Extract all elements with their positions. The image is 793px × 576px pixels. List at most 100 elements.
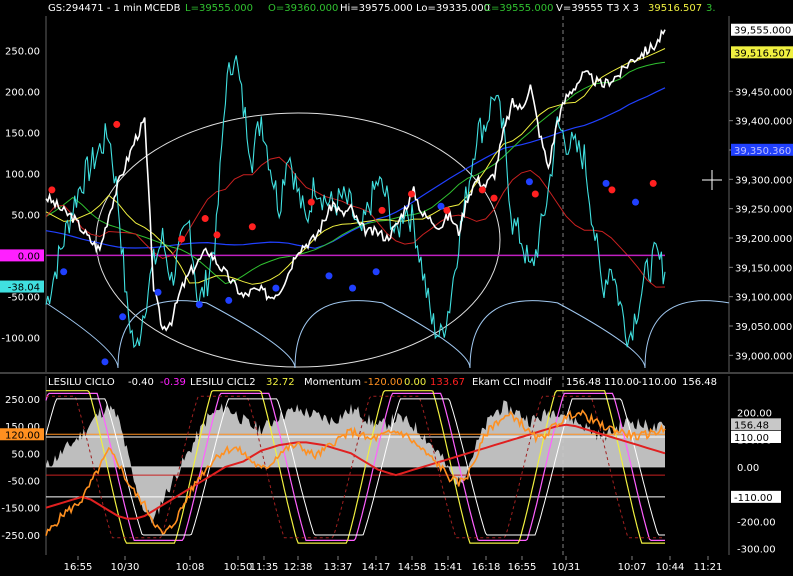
blue-signal-dot — [632, 198, 640, 206]
ind-tag-a-label: 156.48 — [734, 420, 769, 431]
ind-left-tick-label: 50.00 — [11, 449, 40, 460]
ind-tag-b: 110.00 — [731, 430, 781, 444]
red-signal-dot — [408, 190, 416, 198]
right-tick-label: 39,450.000 — [735, 87, 792, 98]
x-tick-label: 15:41 — [434, 562, 463, 573]
left-tick-label: 250.00 — [5, 47, 40, 58]
header-open: O=39360.000 — [268, 3, 338, 14]
red-signal-dot — [649, 179, 657, 187]
x-tick-label: 16:55 — [64, 562, 93, 573]
right-tick-label: 39,300.000 — [735, 175, 792, 186]
blue-signal-dot — [325, 272, 333, 280]
legend-name3: Momentum — [304, 377, 361, 388]
red-signal-dot — [113, 120, 121, 128]
right-tick-label: 39,250.000 — [735, 205, 792, 216]
red-signal-dot — [443, 206, 451, 214]
right-tick-label: 39,000.000 — [735, 351, 792, 362]
ind-left-tick-label: -250.00 — [1, 531, 40, 542]
blue-signal-dot — [602, 179, 610, 187]
blue-signal-dot — [60, 268, 68, 276]
legend-val4d: 156.48 — [682, 377, 717, 388]
legend-val1: -0.40 — [128, 377, 154, 388]
indicator-curves — [45, 48, 666, 288]
blue-signal-dot — [101, 358, 109, 366]
ind-tag-a: 156.48 — [731, 418, 781, 431]
legend-val4b: 110.00 — [604, 377, 639, 388]
x-tick-label: 10/31 — [552, 562, 581, 573]
legend-val1b: -0.39 — [160, 377, 186, 388]
indicator-legend: LESILU CICLO -0.40 -0.39 LESILU CICL2 32… — [48, 377, 717, 388]
yellow-ma-line — [45, 48, 666, 285]
ma-tag-label: 39,516.507 — [734, 48, 791, 59]
x-tick-label: 14:17 — [362, 562, 391, 573]
left-tick-label: 200.00 — [5, 88, 40, 99]
x-tick-label: 10:44 — [656, 562, 685, 573]
marker-tag-label: 120.00 — [5, 430, 40, 441]
cycle-ellipse — [95, 112, 501, 368]
indicator-pane[interactable]: 250.00150.0050.00-50.00-150.00-250.00 20… — [0, 376, 781, 556]
red-signal-dot — [531, 190, 539, 198]
right-tick-label: 39,150.000 — [735, 263, 792, 274]
red-signal-dot — [490, 194, 498, 202]
header-symbol: GS:294471 - 1 min — [48, 3, 142, 14]
left-tick-label: -50.00 — [8, 292, 40, 303]
red-signal-dot — [248, 223, 256, 231]
header-readout: 39516.507 — [648, 3, 702, 14]
crosshair-icon[interactable] — [702, 170, 722, 190]
x-tick-label: 10/30 — [111, 562, 140, 573]
red-signal-dot — [48, 186, 56, 194]
left-tick-label: 50.00 — [11, 210, 40, 221]
ind-left-tick-label: -150.00 — [1, 504, 40, 515]
right-tick-label: 39,050.000 — [735, 322, 792, 333]
x-tick-label: 13:37 — [324, 562, 353, 573]
header-legend: GS:294471 - 1 min MCEDB L=39555.000 O=39… — [48, 3, 716, 14]
legend-val3: -120.00 — [364, 377, 403, 388]
cycle-arc-path — [45, 300, 730, 369]
red-signal-dot — [178, 235, 186, 243]
right-tick-label: 39,100.000 — [735, 293, 792, 304]
ind-tag-c-label: -110.00 — [734, 493, 773, 504]
legend-val4c: -110.00 — [638, 377, 677, 388]
legend-val2: 32.72 — [266, 377, 295, 388]
cycle-arcs — [45, 300, 730, 369]
header-lowb: Lo=39335.000 — [416, 3, 490, 14]
x-tick-label: 11:21 — [694, 562, 723, 573]
price-tag: 39,555.000 — [731, 23, 793, 37]
blue-signal-dot — [525, 178, 533, 186]
red-signal-dot — [378, 206, 386, 214]
left-axis-ticks: 250.00200.00150.00100.0050.000.00-50.00-… — [1, 47, 40, 345]
ind-tag-c: -110.00 — [731, 490, 781, 504]
right-tick-label: 39,200.000 — [735, 234, 792, 245]
header-close: C=39555.000 — [484, 3, 553, 14]
ind-left-tick-label: 250.00 — [5, 395, 40, 406]
zero-tag-label: 0.00 — [18, 251, 40, 262]
blue-signal-dot — [437, 202, 445, 210]
x-tick-label: 10:50 — [224, 562, 253, 573]
ind-right-tick-label: 200.00 — [737, 408, 772, 419]
red-osc-line — [45, 156, 666, 288]
x-tick-label: 14:58 — [398, 562, 427, 573]
header-mode: T3 X 3 — [606, 3, 639, 14]
left-tick-label: 150.00 — [5, 129, 40, 140]
price-pane[interactable]: 250.00200.00150.00100.0050.000.00-50.00-… — [0, 16, 793, 372]
x-tick-label: 10:08 — [176, 562, 205, 573]
legend-name2: LESILU CICL2 — [190, 377, 256, 388]
green-ma-line — [45, 61, 666, 285]
marker-tag: 120.00 — [0, 428, 44, 441]
ind-right-tick-label: -300.00 — [737, 545, 776, 556]
blue-signal-dot — [195, 301, 203, 309]
blue-tag: 39,350.360 — [731, 143, 793, 157]
blue-signal-dot — [154, 288, 162, 296]
red-signal-dot — [201, 215, 209, 223]
header-vol: V=39555 — [556, 3, 603, 14]
left-tick-label: -100.00 — [1, 333, 40, 344]
trading-chart[interactable]: GS:294471 - 1 min MCEDB L=39555.000 O=39… — [0, 0, 793, 576]
ind-right-tick-label: 0.00 — [737, 463, 759, 474]
blue-signal-dot — [372, 268, 380, 276]
blue-signal-dot — [349, 284, 357, 292]
price-tag-label: 39,555.000 — [734, 26, 791, 37]
right-axis-ticks: 39,450.00039,400.00039,350.00039,300.000… — [729, 87, 792, 362]
red-signal-dot — [608, 186, 616, 194]
cyan-momentum-line — [45, 55, 666, 349]
red-signal-dot — [213, 231, 221, 239]
